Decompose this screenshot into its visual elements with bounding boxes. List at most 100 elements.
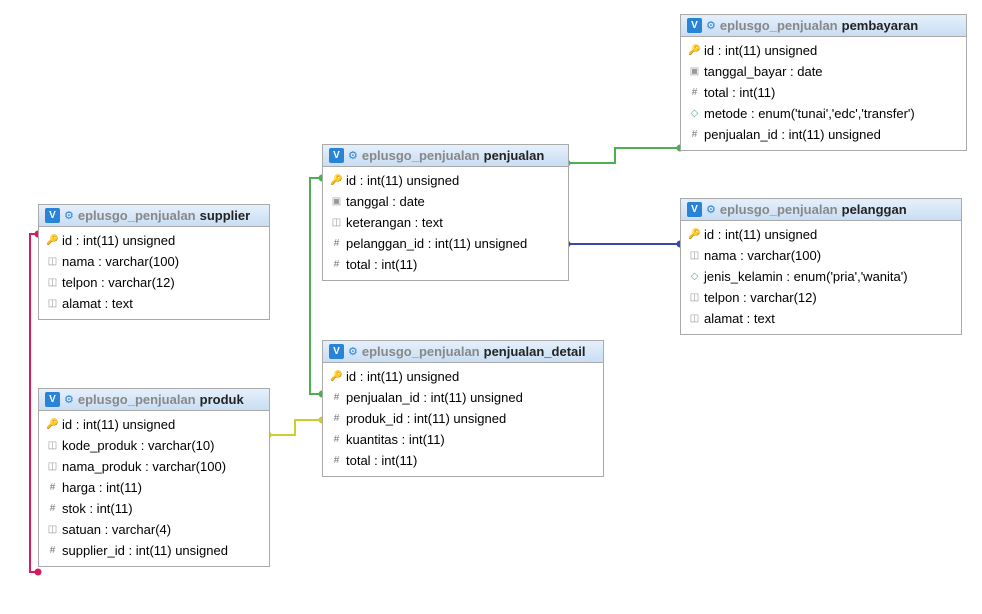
column-row[interactable]: ◫ nama_produk : varchar(100)	[43, 456, 265, 477]
column-def: total : int(11)	[704, 85, 775, 100]
column-type-icon: ▣	[331, 196, 342, 207]
column-def: total : int(11)	[346, 257, 417, 272]
table-body: 🔑id : int(11) unsigned▣tanggal_bayar : d…	[681, 37, 966, 150]
column-row[interactable]: #produk_id : int(11) unsigned	[327, 408, 599, 429]
table-options-icon[interactable]: ⚙	[348, 345, 358, 358]
column-row[interactable]: ▣tanggal_bayar : date	[685, 61, 962, 82]
column-type-icon: #	[331, 413, 342, 424]
column-type-icon: #	[331, 434, 342, 445]
column-row[interactable]: ◫telpon : varchar(12)	[43, 272, 265, 293]
column-type-icon: #	[689, 87, 700, 98]
column-type-icon: #	[331, 392, 342, 403]
table-body: 🔑 id : int(11) unsigned ▣ tanggal : date ◫ke…	[323, 167, 568, 280]
db-name: eplusgo_penjualan	[720, 202, 838, 217]
designer-v-icon: V	[687, 202, 702, 217]
column-def: nama : varchar(100)	[62, 254, 179, 269]
column-row[interactable]: ◫kode_produk : varchar(10)	[43, 435, 265, 456]
column-def: penjualan_id : int(11) unsigned	[346, 390, 523, 405]
table-header[interactable]: V⚙eplusgo_penjualan pembayaran	[681, 15, 966, 37]
column-def: id : int(11) unsigned	[62, 233, 175, 248]
column-type-icon: ◫	[47, 256, 58, 267]
table-options-icon[interactable]: ⚙	[706, 203, 716, 216]
column-row[interactable]: #pelanggan_id : int(11) unsigned	[327, 233, 564, 254]
column-row[interactable]: 🔑id : int(11) unsigned	[685, 40, 962, 61]
column-row[interactable]: ◫ nama : varchar(100)	[43, 251, 265, 272]
table-pembayaran[interactable]: V⚙eplusgo_penjualan pembayaran🔑id : int(…	[680, 14, 967, 151]
table-header[interactable]: V⚙eplusgo_penjualan produk	[39, 389, 269, 411]
table-header[interactable]: V⚙eplusgo_penjualan supplier	[39, 205, 269, 227]
table-body: 🔑id : int(11) unsigned◫nama : varchar(10…	[681, 221, 961, 334]
column-row[interactable]: # total : int(11)	[685, 82, 962, 103]
column-def: supplier_id : int(11) unsigned	[62, 543, 228, 558]
column-def: id : int(11) unsigned	[704, 227, 817, 242]
column-type-icon: 🔑	[47, 419, 58, 430]
column-def: alamat : text	[704, 311, 775, 326]
column-row[interactable]: ◇metode : enum('tunai','edc','transfer')	[685, 103, 962, 124]
column-def: tanggal_bayar : date	[704, 64, 823, 79]
designer-v-icon: V	[45, 208, 60, 223]
table-options-icon[interactable]: ⚙	[706, 19, 716, 32]
column-def: total : int(11)	[346, 453, 417, 468]
table-body: 🔑id : int(11) unsigned # penjualan_id : in…	[323, 363, 603, 476]
column-row[interactable]: ◫nama : varchar(100)	[685, 245, 957, 266]
table-supplier[interactable]: V⚙eplusgo_penjualan supplier🔑id : int(11…	[38, 204, 270, 320]
table-options-icon[interactable]: ⚙	[64, 393, 74, 406]
column-def: nama_produk : varchar(100)	[62, 459, 226, 474]
column-def: harga : int(11)	[62, 480, 142, 495]
column-row[interactable]: ◫keterangan : text	[327, 212, 564, 233]
column-row[interactable]: #total : int(11)	[327, 450, 599, 471]
column-row[interactable]: # supplier_id : int(11) unsigned	[43, 540, 265, 561]
column-row[interactable]: 🔑id : int(11) unsigned	[43, 414, 265, 435]
table-options-icon[interactable]: ⚙	[64, 209, 74, 222]
table-header[interactable]: V⚙eplusgo_penjualan penjualan	[323, 145, 568, 167]
column-def: telpon : varchar(12)	[62, 275, 175, 290]
table-body: 🔑id : int(11) unsigned◫kode_produk : var…	[39, 411, 269, 566]
designer-v-icon: V	[329, 344, 344, 359]
column-def: jenis_kelamin : enum('pria','wanita')	[704, 269, 908, 284]
column-row[interactable]: # penjualan_id : int(11) unsigned	[327, 387, 599, 408]
column-def: penjualan_id : int(11) unsigned	[704, 127, 881, 142]
table-name: pelanggan	[842, 202, 907, 217]
table-options-icon[interactable]: ⚙	[348, 149, 358, 162]
column-row[interactable]: 🔑id : int(11) unsigned	[685, 224, 957, 245]
table-name: produk	[200, 392, 244, 407]
column-row[interactable]: # penjualan_id : int(11) unsigned	[685, 124, 962, 145]
column-row[interactable]: 🔑 id : int(11) unsigned	[43, 230, 265, 251]
column-row[interactable]: # total : int(11)	[327, 254, 564, 275]
column-type-icon: #	[331, 259, 342, 270]
table-header[interactable]: V ⚙ eplusgo_penjualan pelanggan	[681, 199, 961, 221]
column-type-icon: #	[47, 503, 58, 514]
column-row[interactable]: # stok : int(11)	[43, 498, 265, 519]
column-type-icon: 🔑	[331, 175, 342, 186]
table-penjualan[interactable]: V⚙eplusgo_penjualan penjualan🔑id : int(1…	[322, 144, 569, 281]
column-def: id : int(11) unsigned	[346, 173, 459, 188]
column-row[interactable]: ◫satuan : varchar(4)	[43, 519, 265, 540]
column-def: tanggal : date	[346, 194, 425, 209]
column-type-icon: #	[47, 545, 58, 556]
column-type-icon: ◫	[47, 461, 58, 472]
db-name: eplusgo_penjualan	[362, 148, 480, 163]
column-row[interactable]: 🔑id : int(11) unsigned	[327, 366, 599, 387]
column-row[interactable]: ▣ tanggal : date	[327, 191, 564, 212]
column-row[interactable]: #harga : int(11)	[43, 477, 265, 498]
table-pelanggan[interactable]: V ⚙ eplusgo_penjualan pelanggan 🔑id : int(1…	[680, 198, 962, 335]
column-type-icon: ◫	[331, 217, 342, 228]
column-type-icon: 🔑	[47, 235, 58, 246]
column-type-icon: 🔑	[689, 45, 700, 56]
table-header[interactable]: V⚙eplusgo_penjualan penjualan_detail	[323, 341, 603, 363]
table-name: pembayaran	[842, 18, 919, 33]
column-row[interactable]: ◫alamat : text	[685, 308, 957, 329]
table-produk[interactable]: V⚙eplusgo_penjualan produk🔑id : int(11) …	[38, 388, 270, 567]
column-def: kuantitas : int(11)	[346, 432, 445, 447]
column-row[interactable]: 🔑 id : int(11) unsigned	[327, 170, 564, 191]
column-row[interactable]: ◇jenis_kelamin : enum('pria','wanita')	[685, 266, 957, 287]
column-type-icon: ◫	[689, 292, 700, 303]
table-name: penjualan	[484, 148, 545, 163]
column-row[interactable]: ◫alamat : text	[43, 293, 265, 314]
column-row[interactable]: ◫telpon : varchar(12)	[685, 287, 957, 308]
column-def: id : int(11) unsigned	[346, 369, 459, 384]
column-def: stok : int(11)	[62, 501, 133, 516]
column-type-icon: #	[689, 129, 700, 140]
table-penjualan_detail[interactable]: V⚙eplusgo_penjualan penjualan_detail🔑id …	[322, 340, 604, 477]
column-row[interactable]: # kuantitas : int(11)	[327, 429, 599, 450]
